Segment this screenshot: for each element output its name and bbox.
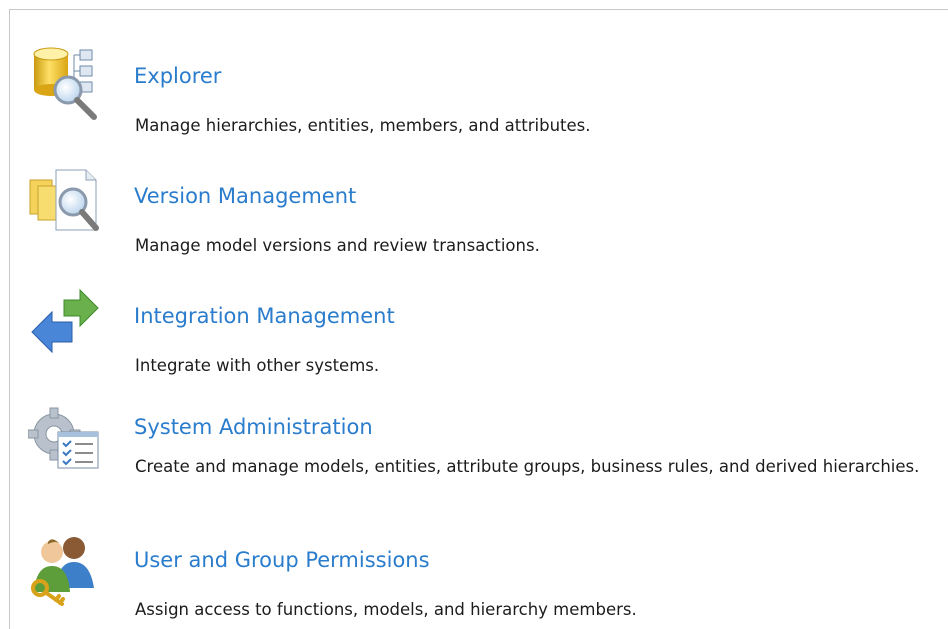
explorer-link[interactable]: Explorer	[134, 64, 221, 88]
integration-management-link[interactable]: Integration Management	[134, 304, 395, 328]
version-management-link[interactable]: Version Management	[134, 184, 356, 208]
user-group-permissions-icon[interactable]	[28, 530, 104, 606]
system-administration-description: Create and manage models, entities, attr…	[135, 457, 920, 476]
explorer-description: Manage hierarchies, entities, members, a…	[135, 116, 591, 135]
function-list-panel: Explorer Manage hierarchies, entities, m…	[9, 9, 948, 629]
explorer-icon[interactable]	[28, 46, 104, 122]
version-management-icon[interactable]	[28, 166, 104, 242]
integration-arrows-icon[interactable]	[28, 286, 104, 362]
system-administration-icon[interactable]	[28, 404, 104, 480]
user-group-permissions-description: Assign access to functions, models, and …	[135, 600, 637, 619]
integration-management-description: Integrate with other systems.	[135, 356, 380, 375]
user-group-permissions-link[interactable]: User and Group Permissions	[134, 548, 430, 572]
system-administration-link[interactable]: System Administration	[134, 415, 373, 439]
version-management-description: Manage model versions and review transac…	[135, 236, 540, 255]
